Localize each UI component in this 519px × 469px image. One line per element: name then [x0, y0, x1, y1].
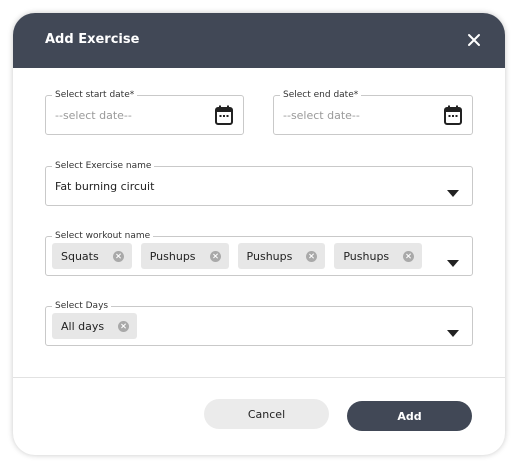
workout-name-select[interactable]: Select workout name Squats Pushups Pushu…	[45, 231, 473, 276]
days-chip-list: All days	[52, 313, 138, 339]
end-date-field[interactable]: Select end date* --select date--	[273, 90, 473, 135]
chip-label: Pushups	[343, 249, 390, 263]
footer-divider	[13, 377, 505, 378]
chevron-down-icon[interactable]	[447, 183, 459, 197]
start-date-placeholder: --select date--	[55, 109, 132, 122]
close-icon[interactable]	[465, 31, 483, 49]
remove-chip-icon[interactable]	[403, 250, 415, 262]
exercise-name-value: Fat burning circuit	[55, 180, 155, 193]
workout-chip-list: Squats Pushups Pushups Pushups	[52, 243, 423, 269]
chip-label: All days	[61, 319, 105, 333]
dialog-header: Add Exercise	[13, 13, 505, 68]
days-label: Select Days	[52, 301, 112, 312]
calendar-icon[interactable]	[215, 105, 233, 125]
end-date-placeholder: --select date--	[283, 109, 360, 122]
workout-chip: Pushups	[334, 243, 423, 269]
workout-chip: Squats	[52, 243, 132, 269]
exercise-name-label: Select Exercise name	[52, 161, 155, 172]
days-select[interactable]: Select Days All days	[45, 301, 473, 346]
workout-name-label: Select workout name	[52, 231, 154, 242]
chevron-down-icon[interactable]	[447, 323, 459, 337]
workout-chip: Pushups	[140, 243, 229, 269]
start-date-label: Select start date*	[52, 90, 138, 101]
chip-label: Pushups	[246, 249, 293, 263]
day-chip: All days	[52, 313, 138, 339]
chip-label: Squats	[61, 249, 99, 263]
remove-chip-icon[interactable]	[112, 250, 124, 262]
chevron-down-icon[interactable]	[447, 253, 459, 267]
add-button[interactable]: Add	[347, 401, 472, 431]
calendar-icon[interactable]	[444, 105, 462, 125]
dialog-title: Add Exercise	[45, 32, 140, 47]
remove-chip-icon[interactable]	[118, 320, 130, 332]
cancel-button[interactable]: Cancel	[204, 399, 329, 429]
remove-chip-icon[interactable]	[209, 250, 221, 262]
exercise-name-select[interactable]: Select Exercise name Fat burning circuit	[45, 161, 473, 206]
start-date-field[interactable]: Select start date* --select date--	[45, 90, 244, 135]
end-date-label: Select end date*	[280, 90, 362, 101]
chip-label: Pushups	[149, 249, 196, 263]
add-exercise-dialog: Add Exercise Select start date* --select…	[13, 13, 505, 455]
remove-chip-icon[interactable]	[306, 250, 318, 262]
workout-chip: Pushups	[237, 243, 326, 269]
